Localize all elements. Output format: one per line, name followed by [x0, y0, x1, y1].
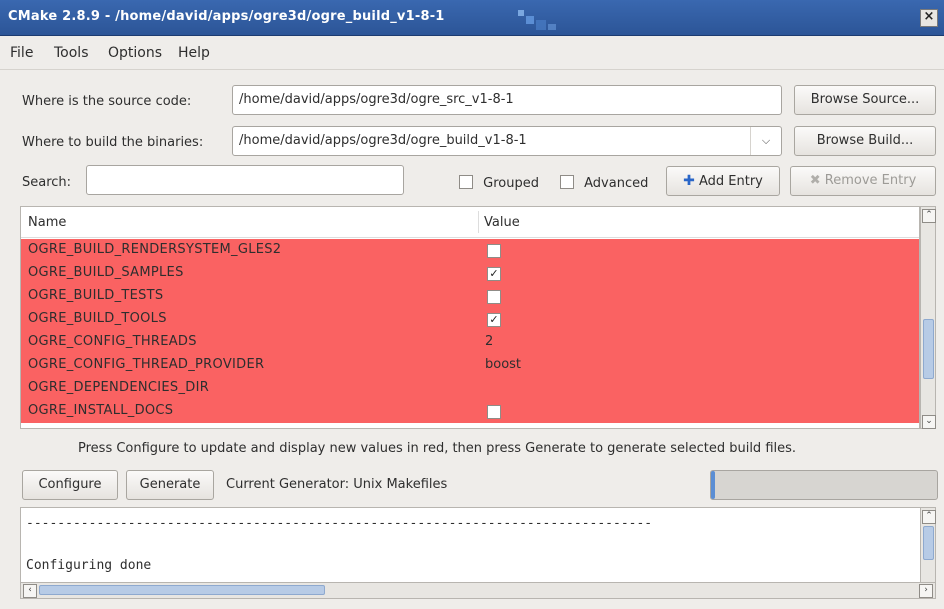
table-row[interactable]: OGRE_BUILD_RENDERSYSTEM_GLES2	[21, 239, 919, 262]
entry-name: OGRE_BUILD_TESTS	[28, 288, 164, 303]
entry-value[interactable]: 2	[485, 334, 493, 349]
close-button[interactable]: ×	[920, 9, 938, 27]
table-scrollbar[interactable]: ⌃ ⌄	[920, 206, 936, 429]
scroll-left-icon[interactable]: ‹	[23, 584, 37, 598]
log-horizontal-scrollbar[interactable]: ‹ ›	[20, 583, 936, 599]
chevron-down-icon[interactable]: ⌵	[750, 127, 781, 155]
progress-bar	[710, 470, 938, 500]
entry-checkbox-checked[interactable]: ✓	[487, 313, 501, 327]
scroll-down-icon[interactable]: ⌄	[922, 415, 936, 429]
output-log[interactable]: ----------------------------------------…	[20, 507, 922, 583]
column-value-header[interactable]: Value	[484, 215, 520, 230]
table-row[interactable]: OGRE_BUILD_TESTS	[21, 285, 919, 308]
titlebar-decoration-icon	[518, 10, 556, 30]
entry-checkbox[interactable]	[487, 244, 501, 258]
grouped-label: Grouped	[483, 176, 539, 191]
search-label: Search:	[22, 175, 72, 190]
entry-name: OGRE_CONFIG_THREADS	[28, 334, 197, 349]
progress-fill	[711, 471, 715, 499]
entry-name: OGRE_BUILD_TOOLS	[28, 311, 167, 326]
source-path-input[interactable]: /home/david/apps/ogre3d/ogre_src_v1-8-1	[232, 85, 782, 115]
entry-checkbox-checked[interactable]: ✓	[487, 267, 501, 281]
scroll-up-icon[interactable]: ⌃	[922, 209, 936, 223]
entry-name: OGRE_BUILD_SAMPLES	[28, 265, 184, 280]
advanced-label: Advanced	[584, 176, 649, 191]
build-path-value: /home/david/apps/ogre3d/ogre_build_v1-8-…	[239, 133, 527, 148]
table-row[interactable]: OGRE_BUILD_TOOLS ✓	[21, 308, 919, 331]
table-header: Name Value	[21, 207, 919, 238]
build-path-combo[interactable]: /home/david/apps/ogre3d/ogre_build_v1-8-…	[232, 126, 782, 156]
title-bar: CMake 2.8.9 - /home/david/apps/ogre3d/og…	[0, 0, 944, 36]
scroll-thumb[interactable]	[923, 319, 934, 379]
source-label: Where is the source code:	[22, 94, 192, 109]
build-label: Where to build the binaries:	[22, 135, 204, 150]
entry-name: OGRE_BUILD_RENDERSYSTEM_GLES2	[28, 242, 282, 257]
log-vertical-scrollbar[interactable]: ⌃	[920, 507, 936, 583]
advanced-check-icon[interactable]	[560, 175, 574, 189]
remove-icon: ✖	[809, 173, 821, 188]
scroll-thumb[interactable]	[39, 585, 325, 595]
search-input[interactable]	[86, 165, 404, 195]
menu-options[interactable]: Options	[108, 45, 162, 61]
advanced-checkbox[interactable]: Advanced	[560, 175, 648, 191]
table-row[interactable]: OGRE_INSTALL_DOCS	[21, 400, 919, 423]
generate-button[interactable]: Generate	[126, 470, 214, 500]
plus-icon: ✚	[683, 173, 695, 189]
window-title: CMake 2.8.9 - /home/david/apps/ogre3d/og…	[8, 9, 445, 24]
table-row[interactable]: OGRE_CONFIG_THREADS 2	[21, 331, 919, 354]
browse-source-button[interactable]: Browse Source...	[794, 85, 936, 115]
add-entry-button[interactable]: ✚ Add Entry	[666, 166, 780, 196]
scroll-right-icon[interactable]: ›	[919, 584, 933, 598]
remove-entry-label: Remove Entry	[824, 173, 917, 188]
entry-name: OGRE_DEPENDENCIES_DIR	[28, 380, 210, 395]
table-row[interactable]: OGRE_BUILD_SAMPLES ✓	[21, 262, 919, 285]
current-generator-label: Current Generator: Unix Makefiles	[226, 477, 448, 492]
entry-checkbox[interactable]	[487, 290, 501, 304]
grouped-check-icon[interactable]	[459, 175, 473, 189]
entry-value[interactable]: boost	[485, 357, 521, 372]
menu-tools[interactable]: Tools	[54, 45, 89, 61]
table-row[interactable]: OGRE_DEPENDENCIES_DIR	[21, 377, 919, 400]
remove-entry-button[interactable]: ✖ Remove Entry	[790, 166, 936, 196]
entry-name: OGRE_INSTALL_DOCS	[28, 403, 174, 418]
menu-file[interactable]: File	[10, 45, 33, 61]
add-entry-label: Add Entry	[698, 174, 763, 189]
scroll-thumb[interactable]	[923, 526, 934, 560]
entry-checkbox[interactable]	[487, 405, 501, 419]
log-line: Configuring done	[26, 558, 152, 573]
log-line: ----------------------------------------…	[26, 516, 653, 531]
hint-text: Press Configure to update and display ne…	[78, 441, 797, 456]
cache-table[interactable]: Name Value OGRE_BUILD_RENDERSYSTEM_GLES2…	[20, 206, 920, 429]
column-divider	[478, 211, 479, 233]
browse-build-button[interactable]: Browse Build...	[794, 126, 936, 156]
table-row[interactable]: OGRE_CONFIG_THREAD_PROVIDER boost	[21, 354, 919, 377]
entry-name: OGRE_CONFIG_THREAD_PROVIDER	[28, 357, 265, 372]
grouped-checkbox[interactable]: Grouped	[459, 175, 539, 191]
menu-help[interactable]: Help	[178, 45, 210, 61]
column-name-header[interactable]: Name	[28, 215, 66, 230]
configure-button[interactable]: Configure	[22, 470, 118, 500]
scroll-up-icon[interactable]: ⌃	[922, 510, 936, 524]
menu-bar: File Tools Options Help	[0, 36, 944, 70]
